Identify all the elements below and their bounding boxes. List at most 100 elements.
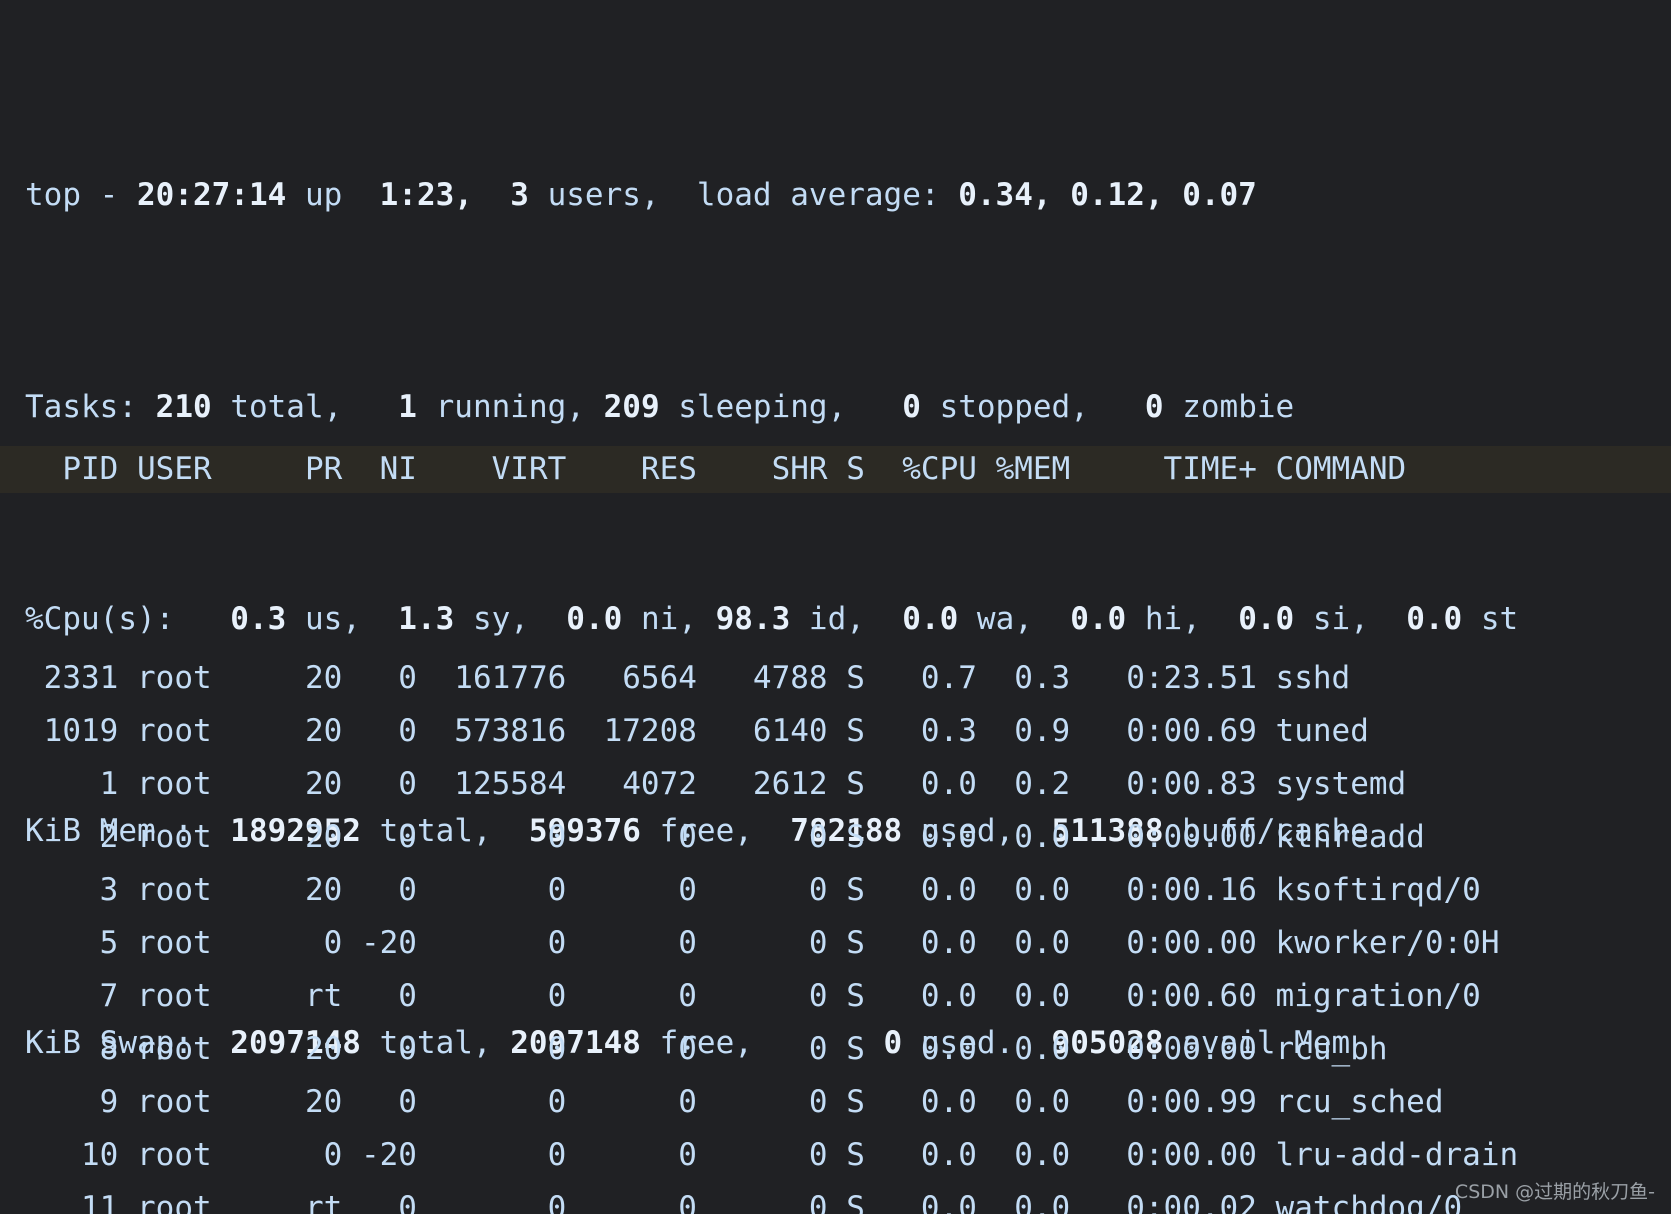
cell-cpu: 0.0	[864, 872, 977, 908]
cell-user: root	[118, 925, 212, 961]
cell-state: S	[827, 1084, 865, 1120]
cell-time: 0:00.60	[1070, 978, 1257, 1014]
cell-virt: 0	[416, 978, 567, 1014]
column-header-res[interactable]: RES	[566, 451, 697, 487]
process-rows-container: 2331 root 20 0 161776 6564 4788 S 0.7 0.…	[0, 652, 1671, 1214]
load-average-5min: 0.12,	[1051, 177, 1164, 213]
cell-state: S	[827, 978, 865, 1014]
uptime-prefix: top -	[25, 177, 137, 213]
table-row[interactable]: 10 root 0 -20 0 0 0 S 0.0 0.0 0:00.00 lr…	[0, 1129, 1671, 1182]
table-row[interactable]: 8 root 20 0 0 0 0 S 0.0 0.0 0:00.00 rcu_…	[0, 1023, 1671, 1076]
column-header-user[interactable]: USER	[118, 451, 212, 487]
terminal-screen[interactable]: top - 20:27:14 up 1:23, 3 users, load av…	[0, 0, 1671, 1214]
cell-virt: 125584	[416, 766, 567, 802]
cell-mem: 0.0	[976, 1190, 1071, 1214]
cell-mem: 0.0	[976, 1084, 1071, 1120]
cell-command: rcu_bh	[1256, 1031, 1388, 1067]
table-row[interactable]: 9 root 20 0 0 0 0 S 0.0 0.0 0:00.99 rcu_…	[0, 1076, 1671, 1129]
cell-virt: 573816	[416, 713, 567, 749]
cell-mem: 0.0	[976, 1137, 1071, 1173]
cell-user: root	[118, 1084, 212, 1120]
cell-time: 0:00.00	[1070, 1137, 1257, 1173]
cell-state: S	[827, 819, 865, 855]
uptime-up-label: up	[286, 177, 361, 213]
cell-ni: 0	[342, 713, 417, 749]
cell-res: 0	[566, 925, 697, 961]
cell-command: ksoftirqd/0	[1256, 872, 1481, 908]
users-count: 3	[472, 177, 529, 213]
cell-pid: 10	[25, 1137, 119, 1173]
column-header-state[interactable]: S	[828, 451, 865, 487]
cell-pr: 0	[211, 925, 343, 961]
column-header-shr[interactable]: SHR	[697, 451, 828, 487]
cell-pr: 0	[211, 1137, 343, 1173]
table-row[interactable]: 2331 root 20 0 161776 6564 4788 S 0.7 0.…	[0, 652, 1671, 705]
cell-pid: 1	[25, 766, 119, 802]
cell-mem: 0.0	[976, 925, 1071, 961]
column-header-cpu[interactable]: %CPU	[865, 451, 977, 487]
column-header-pr[interactable]: PR	[212, 451, 342, 487]
cell-shr: 0	[696, 1190, 828, 1214]
cell-state: S	[827, 766, 865, 802]
table-row[interactable]: 2 root 20 0 0 0 0 S 0.0 0.0 0:00.00 kthr…	[0, 811, 1671, 864]
cell-shr: 0	[696, 1031, 828, 1067]
cell-pid: 7	[25, 978, 119, 1014]
cell-virt: 0	[416, 1084, 567, 1120]
cell-ni: 0	[342, 1031, 417, 1067]
table-row[interactable]: 3 root 20 0 0 0 0 S 0.0 0.0 0:00.16 ksof…	[0, 864, 1671, 917]
cell-pid: 9	[25, 1084, 119, 1120]
cell-user: root	[118, 1031, 212, 1067]
cell-pr: 20	[211, 819, 343, 855]
table-row[interactable]: 1019 root 20 0 573816 17208 6140 S 0.3 0…	[0, 705, 1671, 758]
column-header-command[interactable]: COMMAND	[1257, 451, 1407, 487]
cell-mem: 0.0	[976, 978, 1071, 1014]
cell-mem: 0.0	[976, 819, 1071, 855]
cell-res: 0	[566, 819, 697, 855]
cell-res: 0	[566, 1190, 697, 1214]
uptime-time: 20:27:14	[136, 177, 287, 213]
cell-pr: 20	[211, 872, 343, 908]
process-table-header-row[interactable]: PID USER PR NI VIRT RES SHR S %CPU %MEM …	[0, 446, 1671, 493]
cell-ni: 0	[342, 766, 417, 802]
uptime-value: 1:23,	[360, 177, 473, 213]
cell-shr: 2612	[696, 766, 828, 802]
cell-pid: 8	[25, 1031, 119, 1067]
cell-shr: 0	[696, 978, 828, 1014]
load-average-1min: 0.34,	[958, 177, 1052, 213]
cell-pr: 20	[211, 660, 343, 696]
cell-ni: 0	[342, 978, 417, 1014]
users-label: users,	[528, 177, 660, 213]
cell-cpu: 0.0	[864, 819, 977, 855]
column-header-pid[interactable]: PID	[25, 451, 118, 487]
cell-ni: -20	[342, 1137, 417, 1173]
cell-cpu: 0.0	[864, 766, 977, 802]
column-header-ni[interactable]: NI	[342, 451, 417, 487]
cell-virt: 161776	[416, 660, 567, 696]
cell-time: 0:23.51	[1070, 660, 1257, 696]
column-header-time[interactable]: TIME+	[1070, 451, 1257, 487]
cell-mem: 0.3	[976, 660, 1071, 696]
table-row[interactable]: 5 root 0 -20 0 0 0 S 0.0 0.0 0:00.00 kwo…	[0, 917, 1671, 970]
cell-res: 17208	[566, 713, 697, 749]
column-header-mem[interactable]: %MEM	[977, 451, 1071, 487]
cell-res: 4072	[566, 766, 697, 802]
table-row[interactable]: 7 root rt 0 0 0 0 S 0.0 0.0 0:00.60 migr…	[0, 970, 1671, 1023]
table-row[interactable]: 1 root 20 0 125584 4072 2612 S 0.0 0.2 0…	[0, 758, 1671, 811]
cell-time: 0:00.00	[1070, 819, 1257, 855]
cell-cpu: 0.3	[864, 713, 977, 749]
cell-ni: 0	[342, 1084, 417, 1120]
cell-command: systemd	[1256, 766, 1407, 802]
cell-shr: 0	[696, 872, 828, 908]
cell-mem: 0.0	[976, 872, 1071, 908]
cell-command: rcu_sched	[1256, 1084, 1444, 1120]
cell-user: root	[118, 978, 212, 1014]
column-header-virt[interactable]: VIRT	[417, 451, 567, 487]
cell-state: S	[827, 1190, 865, 1214]
cell-virt: 0	[416, 925, 567, 961]
cell-pr: 20	[211, 713, 343, 749]
table-row[interactable]: 11 root rt 0 0 0 0 S 0.0 0.0 0:00.02 wat…	[0, 1182, 1671, 1214]
cell-shr: 0	[696, 925, 828, 961]
cell-command: sshd	[1256, 660, 1351, 696]
cell-time: 0:00.99	[1070, 1084, 1257, 1120]
cell-user: root	[118, 1190, 212, 1214]
